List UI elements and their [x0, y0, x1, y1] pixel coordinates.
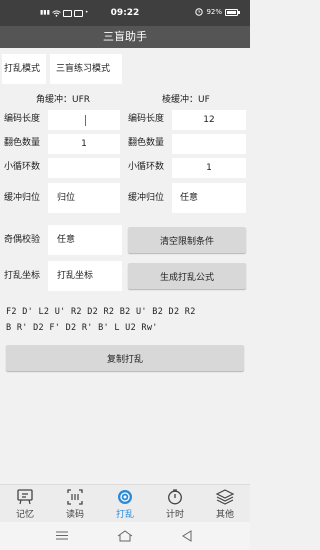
nav-scramble[interactable]: 打乱 [100, 485, 150, 522]
scramble-text: F2 D' L2 U' R2 D2 R2 B2 U' B2 D2 R2 B R'… [2, 294, 248, 336]
edge-home-label: 缓冲归位 [128, 193, 165, 203]
edge-buffer-label: 棱缓冲：UF [162, 95, 210, 105]
corner-cycle-label: 小循环数 [4, 162, 41, 172]
edge-cycle-value: 1 [206, 162, 212, 173]
battery-icon [225, 8, 240, 16]
edge-length-label: 编码长度 [128, 114, 165, 124]
memory-icon [17, 489, 33, 505]
scramble-line-2: B R' D2 F' D2 R' B' L U2 Rw' [6, 323, 158, 333]
status-bar: ▮▮▮ • 09:22 92% [0, 0, 250, 26]
app-title: 三盲助手 [0, 26, 250, 48]
layers-icon [215, 489, 235, 505]
scan-icon [67, 489, 83, 505]
corner-cycle-input[interactable] [48, 158, 120, 178]
nav-scan[interactable]: 读码 [50, 485, 100, 522]
edge-length-value: 12 [203, 114, 215, 125]
nav-label-scan: 读码 [65, 510, 84, 520]
coords-label: 打乱坐标 [4, 271, 41, 281]
corner-flip-value: 1 [81, 138, 87, 149]
generate-scramble-button[interactable]: 生成打乱公式 [128, 263, 246, 289]
coords-value: 打乱坐标 [57, 270, 94, 281]
edge-cycle-input[interactable]: 1 [172, 158, 246, 178]
clear-conditions-button[interactable]: 清空限制条件 [128, 227, 246, 253]
mode-selector[interactable]: 三盲练习模式 [50, 54, 122, 84]
status-right-icons: 92% [195, 8, 240, 16]
home-icon[interactable] [117, 530, 133, 542]
nav-label-other: 其他 [215, 510, 234, 520]
mode-label-cell: 打乱模式 [2, 54, 46, 84]
corner-buffer-label: 角缓冲：UFR [36, 95, 91, 105]
edge-cycle-label: 小循环数 [128, 162, 165, 172]
corner-flip-label: 翻色数量 [4, 138, 41, 148]
timer-icon [168, 489, 182, 505]
bottom-navigation: 记忆 读码 打乱 计时 其他 [0, 484, 250, 522]
scramble-line-1: F2 D' L2 U' R2 D2 R2 B2 U' B2 D2 R2 [6, 307, 196, 317]
scramble-icon [118, 490, 132, 504]
mode-value: 三盲练习模式 [56, 63, 111, 74]
corner-length-input[interactable] [48, 110, 120, 130]
parity-label: 奇偶校验 [4, 235, 41, 245]
edge-flip-input[interactable] [172, 134, 246, 154]
nav-label-timer: 计时 [165, 510, 184, 520]
nav-other[interactable]: 其他 [200, 485, 250, 522]
corner-home-selector[interactable]: 归位 [48, 183, 120, 213]
edge-home-value: 任意 [180, 192, 199, 203]
nav-timer[interactable]: 计时 [150, 485, 200, 522]
corner-flip-input[interactable]: 1 [48, 134, 120, 154]
parity-value: 任意 [57, 234, 76, 245]
parity-selector[interactable]: 任意 [48, 225, 122, 255]
coords-selector[interactable]: 打乱坐标 [48, 261, 122, 291]
corner-length-label: 编码长度 [4, 114, 41, 124]
battery-percent: 92% [206, 8, 222, 16]
nav-memory[interactable]: 记忆 [0, 485, 50, 522]
mode-label: 打乱模式 [4, 63, 41, 74]
corner-home-label: 缓冲归位 [4, 193, 41, 203]
system-navigation [0, 522, 250, 550]
corner-home-value: 归位 [57, 192, 76, 203]
nav-label-memory: 记忆 [15, 510, 34, 520]
edge-home-selector[interactable]: 任意 [172, 183, 246, 213]
alarm-icon [195, 8, 204, 16]
edge-length-input[interactable]: 12 [172, 110, 246, 130]
menu-icon[interactable] [56, 531, 68, 540]
text-cursor [85, 114, 86, 126]
edge-flip-label: 翻色数量 [128, 138, 165, 148]
back-icon[interactable] [182, 530, 192, 542]
nav-label-scramble: 打乱 [115, 510, 134, 520]
copy-scramble-button[interactable]: 复制打乱 [6, 345, 244, 371]
